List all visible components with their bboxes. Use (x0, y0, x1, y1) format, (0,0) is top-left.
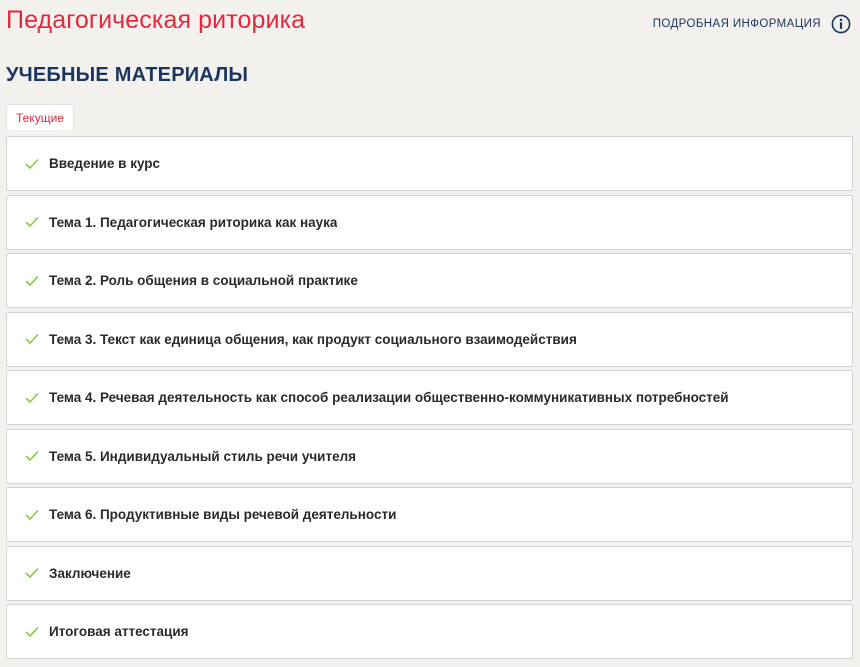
material-label: Итоговая аттестация (49, 624, 189, 639)
check-icon (25, 158, 39, 169)
tab-current[interactable]: Текущие (6, 104, 74, 130)
material-item-conclusion[interactable]: Заключение (6, 545, 853, 601)
details-link-label: ПОДРОБНАЯ ИНФОРМАЦИЯ (652, 18, 821, 30)
material-label: Тема 3. Текст как единица общения, как п… (49, 331, 577, 347)
check-icon (25, 392, 39, 403)
material-item-topic-5[interactable]: Тема 5. Индивидуальный стиль речи учител… (6, 428, 853, 484)
material-item-topic-3[interactable]: Тема 3. Текст как единица общения, как п… (6, 311, 853, 367)
check-icon (25, 451, 39, 461)
section-title: УЧЕБНЫЕ МАТЕРИАЛЫ (6, 64, 249, 86)
materials-list: Введение в курс Тема 1. Педагогическая р… (6, 136, 853, 663)
check-icon (25, 568, 39, 578)
material-item-final-assessment[interactable]: Итоговая аттестация (6, 604, 853, 659)
info-icon (831, 14, 851, 34)
check-icon (25, 509, 39, 520)
material-label: Тема 1. Педагогическая риторика как наук… (49, 214, 338, 230)
material-label: Тема 2. Роль общения в социальной практи… (49, 273, 358, 288)
check-icon (25, 626, 39, 637)
material-label: Тема 4. Речевая деятельность как способ … (49, 390, 729, 405)
material-label: Тема 6. Продуктивные виды речевой деятел… (49, 507, 397, 522)
material-label: Введение в курс (49, 156, 161, 171)
check-icon (25, 217, 39, 227)
material-label: Тема 5. Индивидуальный стиль речи учител… (49, 448, 357, 464)
material-item-topic-2[interactable]: Тема 2. Роль общения в социальной практи… (6, 253, 853, 308)
material-item-topic-6[interactable]: Тема 6. Продуктивные виды речевой деятел… (6, 487, 853, 542)
check-icon (25, 275, 39, 286)
material-label: Заключение (49, 565, 131, 581)
course-title: Педагогическая риторика (6, 6, 306, 34)
details-link[interactable]: ПОДРОБНАЯ ИНФОРМАЦИЯ (653, 14, 851, 34)
materials-tabs: Текущие (6, 104, 74, 130)
material-item-intro[interactable]: Введение в курс (6, 136, 853, 191)
material-item-topic-4[interactable]: Тема 4. Речевая деятельность как способ … (6, 370, 853, 425)
check-icon (25, 334, 39, 344)
material-item-topic-1[interactable]: Тема 1. Педагогическая риторика как наук… (6, 194, 853, 250)
